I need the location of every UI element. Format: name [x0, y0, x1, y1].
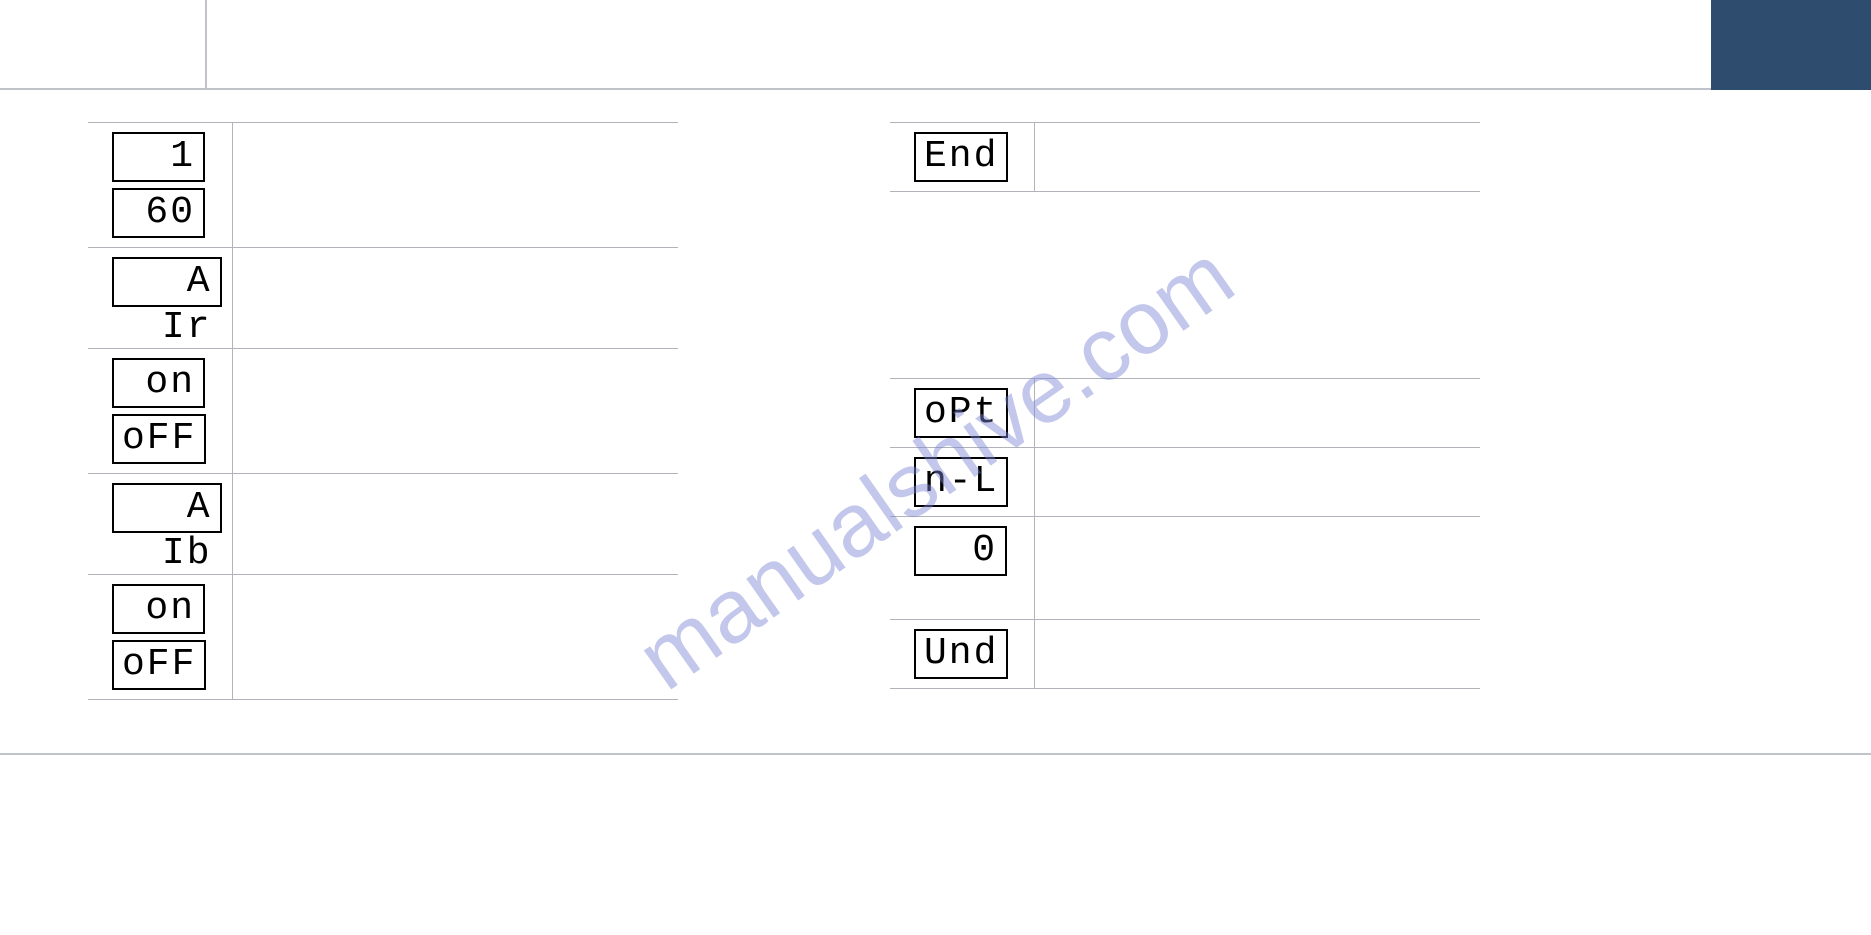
desc-cell	[1034, 620, 1480, 689]
header-divider	[205, 0, 207, 90]
table-row: 1 60	[88, 123, 678, 248]
param-cell: 0	[890, 517, 1034, 620]
table-row: oPt	[890, 379, 1480, 448]
desc-cell	[1034, 379, 1480, 448]
lcd-display: 60	[112, 188, 205, 238]
param-cell: on oFF	[88, 349, 232, 474]
desc-cell	[1034, 448, 1480, 517]
table-row: 0	[890, 517, 1480, 620]
lcd-display: on	[112, 358, 205, 408]
param-cell: 1 60	[88, 123, 232, 248]
lcd-display: A Ir	[112, 257, 222, 307]
header-border	[0, 88, 1871, 90]
footer-border	[0, 753, 1871, 755]
lcd-display: oPt	[914, 388, 1008, 438]
lcd-display: oFF	[112, 414, 206, 464]
table-row: End	[890, 123, 1480, 192]
lcd-display: oFF	[112, 640, 206, 690]
param-cell: A Ir	[88, 248, 232, 349]
desc-cell	[232, 474, 678, 575]
table-row: on oFF	[88, 349, 678, 474]
left-parameter-table: 1 60 A Ir on oFF A Ib on oFF	[88, 122, 678, 700]
lcd-display: on	[112, 584, 205, 634]
table-row: A Ib	[88, 474, 678, 575]
desc-cell	[1034, 123, 1480, 192]
table-row: Und	[890, 620, 1480, 689]
param-cell: oPt	[890, 379, 1034, 448]
lcd-display: 1	[112, 132, 205, 182]
desc-cell	[232, 248, 678, 349]
lcd-display: Und	[914, 629, 1008, 679]
lcd-display: End	[914, 132, 1008, 182]
right-parameter-table-2: oPt n-L 0 Und	[890, 378, 1480, 689]
lcd-display: A Ib	[112, 483, 222, 533]
right-parameter-table-1: End	[890, 122, 1480, 192]
desc-cell	[232, 349, 678, 474]
lcd-display: n-L	[914, 457, 1008, 507]
lcd-display: 0	[914, 526, 1007, 576]
desc-cell	[232, 123, 678, 248]
corner-accent	[1711, 0, 1871, 90]
param-cell: on oFF	[88, 575, 232, 700]
param-cell: End	[890, 123, 1034, 192]
table-row: A Ir	[88, 248, 678, 349]
table-row: on oFF	[88, 575, 678, 700]
table-row: n-L	[890, 448, 1480, 517]
desc-cell	[232, 575, 678, 700]
param-cell: Und	[890, 620, 1034, 689]
param-cell: n-L	[890, 448, 1034, 517]
param-cell: A Ib	[88, 474, 232, 575]
desc-cell	[1034, 517, 1480, 620]
